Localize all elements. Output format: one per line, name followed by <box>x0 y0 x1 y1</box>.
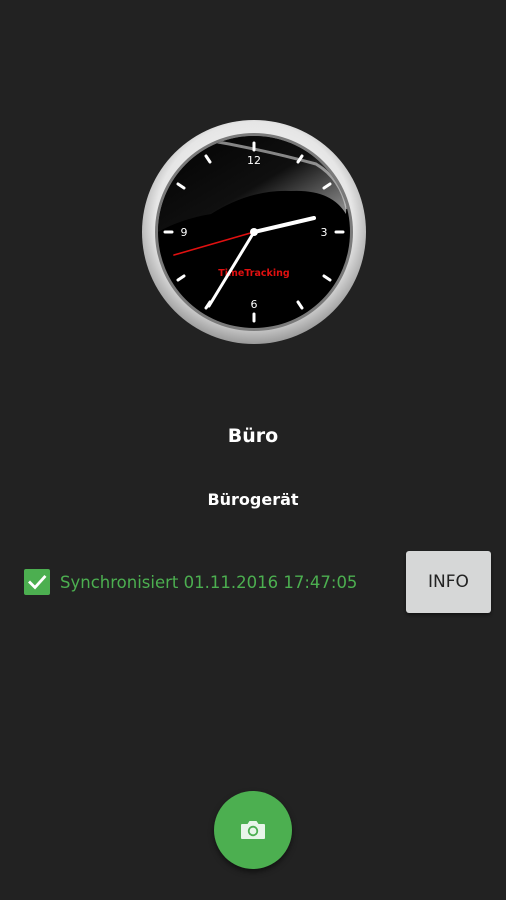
clock-center-pin <box>250 228 258 236</box>
checkmark-icon <box>28 575 47 590</box>
analog-clock-icon: 12 3 6 9 TimeTracking <box>142 120 366 344</box>
info-button[interactable]: INFO <box>406 551 491 613</box>
clock-numeral-6: 6 <box>251 298 258 311</box>
camera-icon <box>241 821 265 839</box>
clock-numeral-3: 3 <box>321 226 328 239</box>
sync-status-row: Synchronisiert 01.11.2016 17:47:05 <box>24 568 357 596</box>
location-title: Büro <box>227 425 279 447</box>
clock-numeral-9: 9 <box>181 226 188 239</box>
camera-fab-button[interactable] <box>214 791 292 869</box>
device-name: Bürogerät <box>207 490 299 509</box>
clock-numeral-12: 12 <box>247 154 261 167</box>
analog-clock: 12 3 6 9 TimeTracking <box>141 119 367 345</box>
main-screen: 12 3 6 9 TimeTracking Büro Bürogerät Syn… <box>0 0 506 900</box>
sync-checkbox[interactable] <box>24 569 50 595</box>
sync-status-text: Synchronisiert 01.11.2016 17:47:05 <box>60 572 358 592</box>
